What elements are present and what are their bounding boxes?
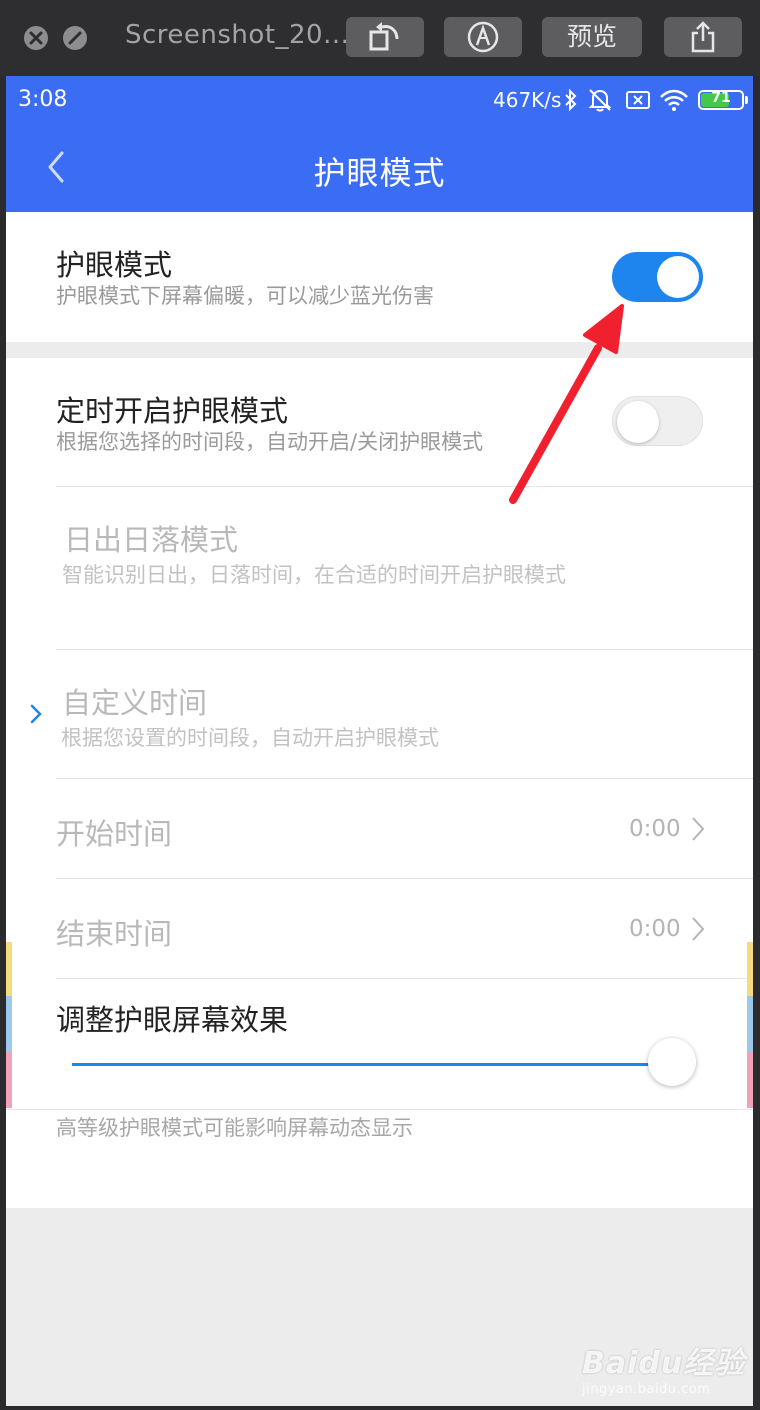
side-strip xyxy=(6,996,12,1052)
preview-button[interactable]: 预览 xyxy=(542,17,642,57)
battery-percent: 71 xyxy=(711,90,731,106)
schedule-toggle[interactable] xyxy=(612,396,703,446)
custom-time-title: 自定义时间 xyxy=(62,686,208,720)
effect-row: 调整护眼屏幕效果 xyxy=(56,979,753,1109)
battery-tip xyxy=(745,96,748,104)
custom-time-row[interactable]: 自定义时间 根据您设置的时间段，自动开启护眼模式 xyxy=(56,650,753,778)
custom-time-subtitle: 根据您设置的时间段，自动开启护眼模式 xyxy=(61,726,439,750)
side-strip xyxy=(747,942,753,996)
window-title: Screenshot_20... xyxy=(125,20,350,50)
chevron-right-icon xyxy=(692,817,705,841)
eye-mode-subtitle: 护眼模式下屏幕偏暖，可以减少蓝光伤害 xyxy=(56,284,434,308)
side-strip xyxy=(6,942,12,996)
status-time: 3:08 xyxy=(18,87,68,112)
window-titlebar: Screenshot_20... 预览 xyxy=(0,0,760,76)
side-strip xyxy=(6,1052,12,1108)
network-speed: 467K/s xyxy=(493,88,562,112)
eye-mode-title: 护眼模式 xyxy=(56,248,173,282)
markup-pen-icon xyxy=(467,21,499,53)
page-title: 护眼模式 xyxy=(313,154,446,192)
start-time-value: 0:00 xyxy=(629,816,681,842)
effect-note: 高等级护眼模式可能影响屏幕动态显示 xyxy=(56,1116,413,1140)
rotate-button[interactable] xyxy=(346,17,424,57)
sunrise-title: 日出日落模式 xyxy=(64,523,239,557)
wifi-icon xyxy=(660,89,688,111)
phone-screen: 3:08 467K/s 71 护眼模式 护眼模式 护眼模式下屏幕偏暖，可以减少蓝… xyxy=(6,76,753,1406)
effect-slider-track[interactable] xyxy=(72,1063,652,1066)
baidu-watermark: Baidu经验 jingyan.baidu.com xyxy=(582,1338,745,1397)
bluetooth-icon xyxy=(565,88,577,112)
divider xyxy=(6,1109,753,1110)
toggle-knob xyxy=(617,401,659,443)
sim-off-icon xyxy=(626,91,650,109)
sunrise-sunset-row[interactable]: 日出日落模式 智能识别日出，日落时间，在合适的时间开启护眼模式 xyxy=(56,487,753,649)
rotate-icon xyxy=(369,22,399,51)
eye-mode-card: 护眼模式 护眼模式下屏幕偏暖，可以减少蓝光伤害 xyxy=(6,212,753,342)
share-button[interactable] xyxy=(664,17,742,57)
status-bar: 3:08 467K/s 71 xyxy=(6,76,753,124)
schedule-title: 定时开启护眼模式 xyxy=(56,394,289,428)
side-strip xyxy=(747,996,753,1052)
sunrise-subtitle: 智能识别日出，日落时间，在合适的时间开启护眼模式 xyxy=(62,563,566,587)
markup-button[interactable] xyxy=(444,17,522,57)
watermark-url: jingyan.baidu.com xyxy=(582,1382,711,1397)
schedule-subtitle: 根据您选择的时间段，自动开启/关闭护眼模式 xyxy=(56,430,484,454)
minimize-window-icon[interactable] xyxy=(63,26,87,50)
toggle-knob xyxy=(657,256,699,298)
end-time-value: 0:00 xyxy=(629,916,681,942)
mute-bell-icon xyxy=(588,89,612,112)
schedule-card: 定时开启护眼模式 根据您选择的时间段，自动开启/关闭护眼模式 日出日落模式 智能… xyxy=(6,358,753,1208)
effect-slider-thumb[interactable] xyxy=(648,1038,696,1086)
share-icon xyxy=(691,21,715,53)
eye-mode-toggle[interactable] xyxy=(612,252,703,302)
chevron-right-icon xyxy=(692,917,705,941)
close-window-icon[interactable] xyxy=(24,26,48,50)
end-time-label: 结束时间 xyxy=(56,917,173,951)
watermark-brand: Baidu经验 xyxy=(582,1346,746,1381)
start-time-label: 开始时间 xyxy=(56,817,173,851)
app-header: 护眼模式 xyxy=(6,124,753,212)
effect-title: 调整护眼屏幕效果 xyxy=(56,1003,289,1037)
side-strip xyxy=(747,1052,753,1108)
chevron-right-icon xyxy=(30,704,42,724)
battery-icon: 71 xyxy=(698,90,744,110)
